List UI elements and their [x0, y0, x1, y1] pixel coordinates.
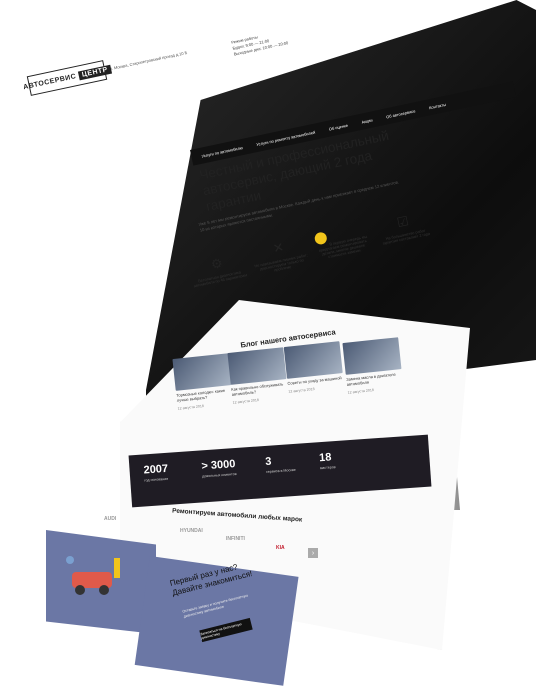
- nav-item[interactable]: Контакты: [428, 101, 446, 109]
- site-logo[interactable]: АВТОСЕРВИС ЦЕНТР: [23, 60, 112, 96]
- stat-label: год основания: [144, 476, 169, 483]
- stat-item: 2007 год основания: [143, 462, 184, 483]
- stat-label: довольных клиентов: [202, 472, 237, 479]
- car-parts-illustration: [66, 556, 120, 595]
- blog-card-image: [283, 341, 343, 379]
- blog-card[interactable]: Тормозные колодки: какие лучше выбрать? …: [172, 353, 233, 411]
- blog-card[interactable]: Замена масла в двигателе автомобиля 12 а…: [342, 337, 403, 395]
- brand-logo[interactable]: INFINITI: [226, 536, 245, 542]
- stat-item: 3 сервиса в Москве: [265, 453, 306, 474]
- brand-logo[interactable]: KIA: [276, 545, 285, 551]
- stat-value: 3: [264, 455, 272, 468]
- blog-card-image: [342, 337, 402, 375]
- stat-value: 2007: [143, 462, 169, 477]
- logo-tag: ЦЕНТР: [78, 64, 112, 80]
- brand-logo[interactable]: AUDI: [104, 516, 116, 522]
- blog-card[interactable]: Советы по уходу за машиной 12 августа 20…: [283, 341, 345, 394]
- gear-icon: [313, 231, 329, 246]
- stat-value: 18: [318, 451, 332, 465]
- nav-item[interactable]: Об оценке: [328, 122, 348, 131]
- nav-item[interactable]: Акции: [361, 117, 373, 124]
- brands-next-button[interactable]: ›: [308, 548, 318, 558]
- nav-item[interactable]: Услуги по автомобилю: [201, 145, 243, 159]
- blog-card-image: [227, 347, 287, 385]
- nav-item[interactable]: Об автосервисе: [386, 108, 416, 119]
- stat-label: сервиса в Москве: [265, 467, 296, 474]
- blog-card-image: [172, 353, 232, 391]
- brand-logo[interactable]: HYUNDAI: [180, 528, 203, 534]
- stat-item: 18 мастеров: [319, 449, 360, 470]
- logo-text: АВТОСЕРВИС: [22, 72, 77, 91]
- stat-label: мастеров: [319, 465, 336, 471]
- stat-value: > 3000: [201, 458, 236, 473]
- stat-item: > 3000 довольных клиентов: [201, 458, 242, 479]
- blog-card[interactable]: Как правильно обслуживать автомобиль? 12…: [227, 347, 288, 405]
